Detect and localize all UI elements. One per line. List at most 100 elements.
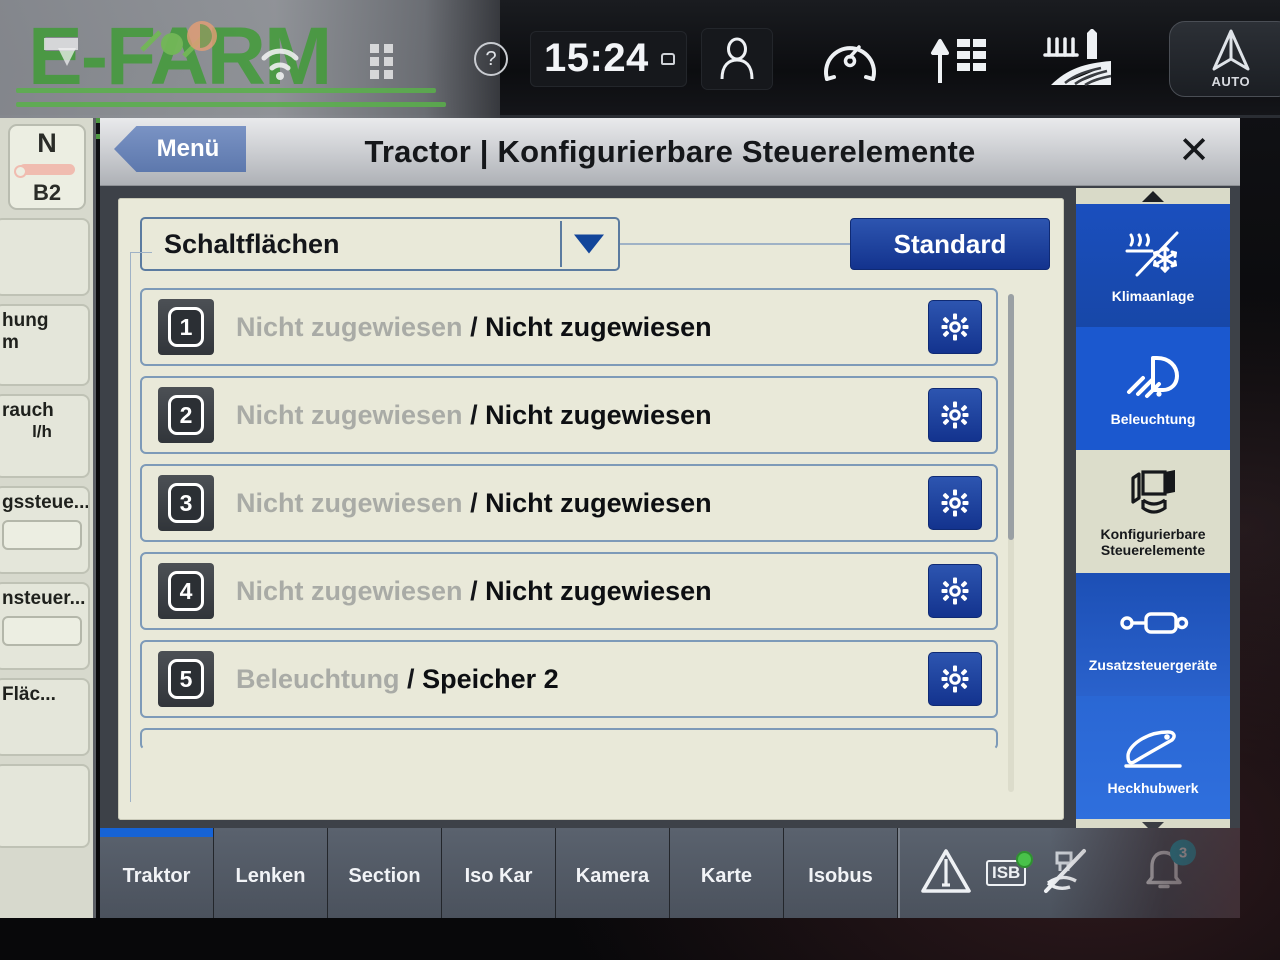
gear-indicator-range: N	[37, 128, 57, 158]
list-item[interactable]: gssteue...	[0, 486, 90, 574]
list-scrollbar[interactable]	[1008, 294, 1014, 792]
auto-steering-label: AUTO	[1211, 74, 1251, 89]
table-row[interactable]: 1 Nicht zugewiesen / Nicht zugewiesen	[140, 288, 998, 366]
gear-icon[interactable]	[928, 476, 982, 530]
list-item[interactable]: hung m	[0, 304, 90, 386]
gear-icon[interactable]	[928, 388, 982, 442]
tab-label: Lenken	[235, 864, 306, 887]
list-item: l/h	[32, 422, 52, 441]
gear-glyph-icon	[941, 489, 969, 517]
green-status-dot	[1016, 851, 1034, 868]
sidebar-item-konfigurierbare-steuerelemente[interactable]: Konfigurierbare Steuerelemente	[1076, 450, 1230, 573]
help-circle-icon[interactable]: ?	[474, 42, 508, 76]
notification-bell-button[interactable]: 3	[1142, 839, 1196, 899]
tab-isobus[interactable]: Isobus	[784, 828, 898, 918]
table-row[interactable]: 3 Nicht zugewiesen / Nicht zugewiesen	[140, 464, 998, 542]
gear-shift-button[interactable]	[927, 31, 995, 87]
table-row[interactable]	[140, 728, 998, 750]
settings-panel: Schaltflächen Standard 1 Nicht zugewiese…	[118, 198, 1064, 820]
value-field	[2, 520, 82, 550]
list-item[interactable]: nsteuer...	[0, 582, 90, 670]
button-number-label: 1	[168, 307, 204, 347]
speedometer-button[interactable]	[819, 33, 881, 85]
tab-label: Traktor	[122, 864, 191, 887]
gear-indicator: N B2	[8, 124, 86, 210]
tab-label: Iso Kar	[464, 864, 533, 887]
status-bar-icons: ? 15:24 AUTO	[470, 0, 1280, 118]
gear-shift-icon	[930, 39, 986, 83]
row-separator: /	[470, 487, 478, 518]
list-item: gssteue...	[2, 492, 90, 513]
gear-icon[interactable]	[928, 564, 982, 618]
rear-linkage-icon	[1116, 719, 1190, 775]
row-target-label: Nicht zugewiesen	[485, 399, 712, 430]
button-number-badge: 4	[158, 563, 214, 619]
warning-triangle-icon[interactable]	[920, 847, 972, 900]
chevron-down-icon[interactable]	[574, 234, 604, 254]
table-row[interactable]: 4 Nicht zugewiesen / Nicht zugewiesen	[140, 552, 998, 630]
gear-icon[interactable]	[928, 300, 982, 354]
user-icon	[720, 37, 754, 80]
list-item[interactable]: Fläc...	[0, 678, 90, 756]
field-machine-button[interactable]	[1041, 29, 1117, 89]
clock-display[interactable]: 15:24	[530, 31, 687, 87]
speedometer-icon	[823, 45, 876, 81]
top-status-bar: ? 15:24 AUTO	[0, 0, 1280, 118]
isb-status-badge[interactable]: ISB	[986, 851, 1034, 886]
value-field	[2, 616, 82, 646]
left-tractor-strip: N B2 hung m rauch l/h gssteue... nsteuer…	[0, 118, 96, 918]
list-item[interactable]	[0, 218, 90, 296]
tab-iso-kar[interactable]: Iso Kar	[442, 828, 556, 918]
row-source-label: Nicht zugewiesen	[236, 399, 463, 430]
sidebar-item-beleuchtung[interactable]: Beleuchtung	[1076, 327, 1230, 450]
armrest-controls-icon	[1119, 465, 1187, 521]
sidebar-item-klimaanlage[interactable]: Klimaanlage	[1076, 204, 1230, 327]
list-item[interactable]	[0, 764, 90, 848]
list-item[interactable]: rauch l/h	[0, 394, 90, 478]
tab-lenken[interactable]: Lenken	[214, 828, 328, 918]
status-icon-zone: ISB 3	[898, 828, 1240, 918]
table-row[interactable]: 5 Beleuchtung / Speicher 2	[140, 640, 998, 718]
tab-traktor[interactable]: Traktor	[100, 828, 214, 918]
gear-glyph-icon	[941, 665, 969, 693]
sidebar-item-zusatzsteuergeraete[interactable]: Zusatzsteuergeräte	[1076, 573, 1230, 696]
panel-toolbar: Schaltflächen Standard	[140, 216, 1050, 272]
gear-glyph-icon	[941, 313, 969, 341]
implement-disabled-icon[interactable]	[1040, 847, 1092, 900]
tab-kamera[interactable]: Kamera	[556, 828, 670, 918]
standard-button[interactable]: Standard	[850, 218, 1050, 270]
sidebar-item-heckhubwerk[interactable]: Heckhubwerk	[1076, 696, 1230, 819]
gear-icon[interactable]	[928, 652, 982, 706]
field-machine-icon	[1043, 29, 1112, 87]
list-item: Fläc...	[2, 684, 56, 705]
sidebar-item-label: Klimaanlage	[1111, 287, 1195, 304]
list-item: rauch	[2, 400, 54, 421]
clock-time: 15:24	[544, 36, 649, 80]
page-title: Tractor | Konfigurierbare Steuerelemente	[364, 133, 976, 169]
gear-indicator-gear: B2	[32, 180, 62, 205]
standard-button-label: Standard	[893, 228, 1007, 259]
tab-section[interactable]: Section	[328, 828, 442, 918]
control-assignment-list: 1 Nicht zugewiesen / Nicht zugewiesen 2 …	[140, 288, 1040, 792]
steering-auto-icon	[1212, 29, 1250, 71]
row-target-label: Nicht zugewiesen	[485, 487, 712, 518]
sidebar-scroll-up-button[interactable]	[1076, 188, 1230, 204]
tab-karte[interactable]: Karte	[670, 828, 784, 918]
list-item: m	[2, 332, 19, 353]
button-number-badge: 5	[158, 651, 214, 707]
row-target-label: Speicher 2	[422, 663, 559, 694]
row-separator: /	[470, 575, 478, 606]
sidebar-item-label: Heckhubwerk	[1107, 779, 1199, 796]
list-item: hung	[2, 310, 49, 331]
tab-label: Karte	[700, 864, 753, 887]
status-bar-left-panel	[0, 0, 500, 118]
window-content: Schaltflächen Standard 1 Nicht zugewiese…	[100, 186, 1080, 828]
user-profile-button[interactable]	[700, 28, 773, 90]
control-type-dropdown[interactable]: Schaltflächen	[140, 217, 620, 271]
table-row[interactable]: 2 Nicht zugewiesen / Nicht zugewiesen	[140, 376, 998, 454]
auto-steering-button[interactable]: AUTO	[1168, 21, 1280, 97]
tab-label: Isobus	[808, 864, 873, 887]
list-scrollbar-thumb[interactable]	[1008, 294, 1014, 540]
sidebar-item-label: Konfigurierbare Steuerelemente	[1100, 525, 1206, 558]
close-icon[interactable]: ✕	[1174, 131, 1214, 171]
